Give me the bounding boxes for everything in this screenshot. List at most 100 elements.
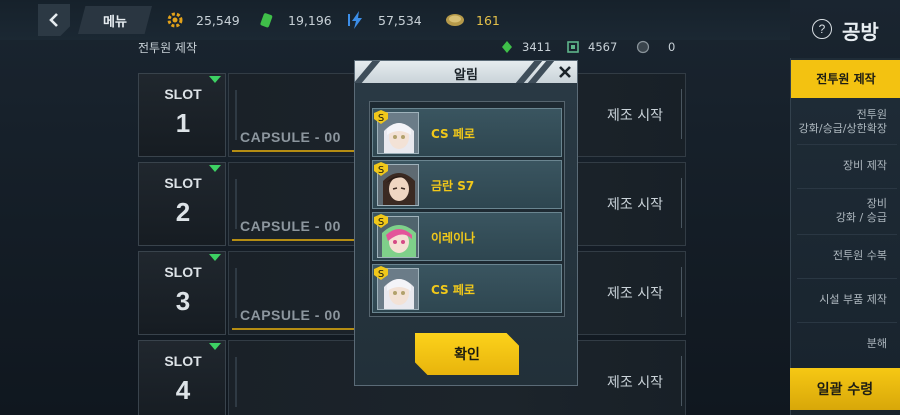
subresource-chip-value: 4567 [588, 40, 618, 54]
resource-nutrient-value: 19,196 [288, 12, 332, 28]
sidebar-item-label: 분해 [866, 337, 887, 350]
capsule-underline [232, 150, 362, 152]
chip-icon [567, 41, 579, 53]
sidebar-item-equipment-enhance[interactable]: 장비 강화 / 승급 [791, 190, 900, 232]
slot-label: SLOT [164, 353, 202, 369]
start-production-button[interactable]: 제조 시작 [584, 162, 686, 246]
character-name: 금란 S7 [431, 179, 475, 193]
start-production-label: 제조 시작 [607, 375, 663, 391]
slot-label: SLOT [164, 264, 202, 280]
slot-number: 3 [175, 286, 191, 316]
menu-button[interactable]: 메뉴 [78, 6, 152, 34]
list-item[interactable]: S 금란 S7 [372, 160, 562, 209]
character-name: CS 페로 [431, 283, 475, 297]
list-item[interactable]: S CS 페로 [372, 264, 562, 313]
slot-bracket [235, 357, 245, 407]
sidebar-item-facility-parts[interactable]: 시설 부품 제작 [791, 280, 900, 320]
svg-text:S: S [378, 217, 384, 228]
svg-text:S: S [378, 113, 384, 124]
back-button[interactable] [38, 4, 70, 36]
start-production-button[interactable]: 제조 시작 [584, 73, 686, 157]
sidebar-divider [797, 278, 897, 279]
gear-resource-icon [164, 10, 186, 30]
dark-orb-icon [636, 40, 650, 54]
slot-box: SLOT 1 [138, 73, 226, 157]
subresource-core-value: 3411 [522, 40, 552, 54]
slot-marker-icon [209, 76, 221, 83]
result-list[interactable]: S CS 페로 S 금란 S7 S 이레이나 S CS 페로 [369, 101, 565, 317]
rank-badge-icon: S [374, 214, 388, 228]
start-production-button[interactable]: 제조 시작 [584, 340, 686, 415]
sidebar-item-label: 장비 [866, 197, 887, 210]
sidebar-item-label: 시설 부품 제작 [819, 293, 887, 306]
battery-resource-icon [256, 10, 278, 30]
character-name: 이레이나 [431, 231, 476, 245]
character-name: CS 페로 [431, 127, 475, 141]
sidebar-item-label: 전투원 제작 [816, 72, 876, 86]
dialog-title: 알림 [454, 68, 478, 83]
resource-power: 57,534 [346, 10, 422, 30]
slot-bracket [672, 89, 682, 139]
slot-marker-icon [209, 254, 221, 261]
svg-text:S: S [378, 165, 384, 176]
slot-marker-icon [209, 343, 221, 350]
rank-badge-icon: S [374, 266, 388, 280]
capsule-underline [232, 328, 362, 330]
start-production-label: 제조 시작 [607, 108, 663, 124]
sidebar-item-label: 전투원 [856, 108, 887, 121]
sidebar-item-character-craft[interactable]: 전투원 제작 [791, 60, 900, 98]
slot-marker-icon [209, 165, 221, 172]
sidebar-item-character-repair[interactable]: 전투원 수복 [791, 236, 900, 276]
slot-bracket [672, 356, 682, 406]
rank-badge-icon: S [374, 162, 388, 176]
sidebar-item-disassemble[interactable]: 분해 [791, 324, 900, 364]
green-core-icon [502, 41, 512, 53]
subresource-core: 3411 [500, 38, 551, 56]
resource-nutrient: 19,196 [256, 10, 332, 30]
dialog-header: 알림 [353, 61, 577, 83]
subresource-chip: 4567 [566, 38, 617, 56]
start-production-label: 제조 시작 [607, 197, 663, 213]
list-item[interactable]: S 이레이나 [372, 212, 562, 261]
subresource-orb: 0 [636, 38, 675, 56]
resource-coin: 161 [444, 10, 500, 30]
sidebar-divider [797, 188, 897, 189]
collect-all-button[interactable]: 일괄 수령 [790, 368, 900, 410]
rank-badge-icon: S [374, 110, 388, 124]
sidebar-divider [797, 144, 897, 145]
workshop-screen: 메뉴 25,549 19,196 57,534 161 전투원 제작 3411 … [0, 0, 900, 415]
coin-resource-icon [444, 10, 466, 30]
page-title: 공방 [842, 20, 879, 44]
sidebar-item-label: 전투원 수복 [832, 249, 887, 262]
resource-parts: 25,549 [164, 10, 240, 30]
slot-bracket [672, 267, 682, 317]
sidebar-item-equipment-craft[interactable]: 장비 제작 [791, 146, 900, 186]
workshop-sidebar: 전투원 제작 전투원 강화/승급/상한확장 장비 제작 장비 강화 / 승급 전… [790, 58, 900, 415]
resource-coin-value: 161 [476, 12, 500, 28]
start-production-button[interactable]: 제조 시작 [584, 251, 686, 335]
slot-label: SLOT [164, 86, 202, 102]
resource-power-value: 57,534 [378, 12, 422, 28]
sidebar-item-label: 장비 제작 [843, 159, 887, 172]
chevron-left-icon [49, 13, 58, 27]
svg-text:S: S [378, 269, 384, 280]
sidebar-item-label: 강화/승급/상한확장 [798, 122, 887, 135]
sidebar-divider [797, 322, 897, 323]
list-item[interactable]: S CS 페로 [372, 108, 562, 157]
slot-box: SLOT 4 [138, 340, 226, 415]
slot-box: SLOT 2 [138, 162, 226, 246]
slot-number: 4 [175, 375, 191, 405]
sidebar-divider [797, 234, 897, 235]
slot-number: 1 [175, 108, 191, 138]
lightning-resource-icon [346, 10, 368, 30]
slot-bracket [672, 178, 682, 228]
close-button[interactable] [555, 63, 575, 81]
capsule-label: CAPSULE - 00 [240, 218, 341, 234]
slot-label: SLOT [164, 175, 202, 191]
sidebar-item-character-enhance[interactable]: 전투원 강화/승급/상한확장 [791, 102, 900, 142]
notice-dialog: 알림 S CS 페로 S 금란 S7 S 이레이나 S CS 페로 확인 [353, 60, 578, 386]
slot-number: 2 [175, 197, 191, 227]
help-icon[interactable]: ? [812, 19, 832, 39]
capsule-underline [232, 239, 362, 241]
confirm-button[interactable]: 확인 [415, 333, 519, 375]
